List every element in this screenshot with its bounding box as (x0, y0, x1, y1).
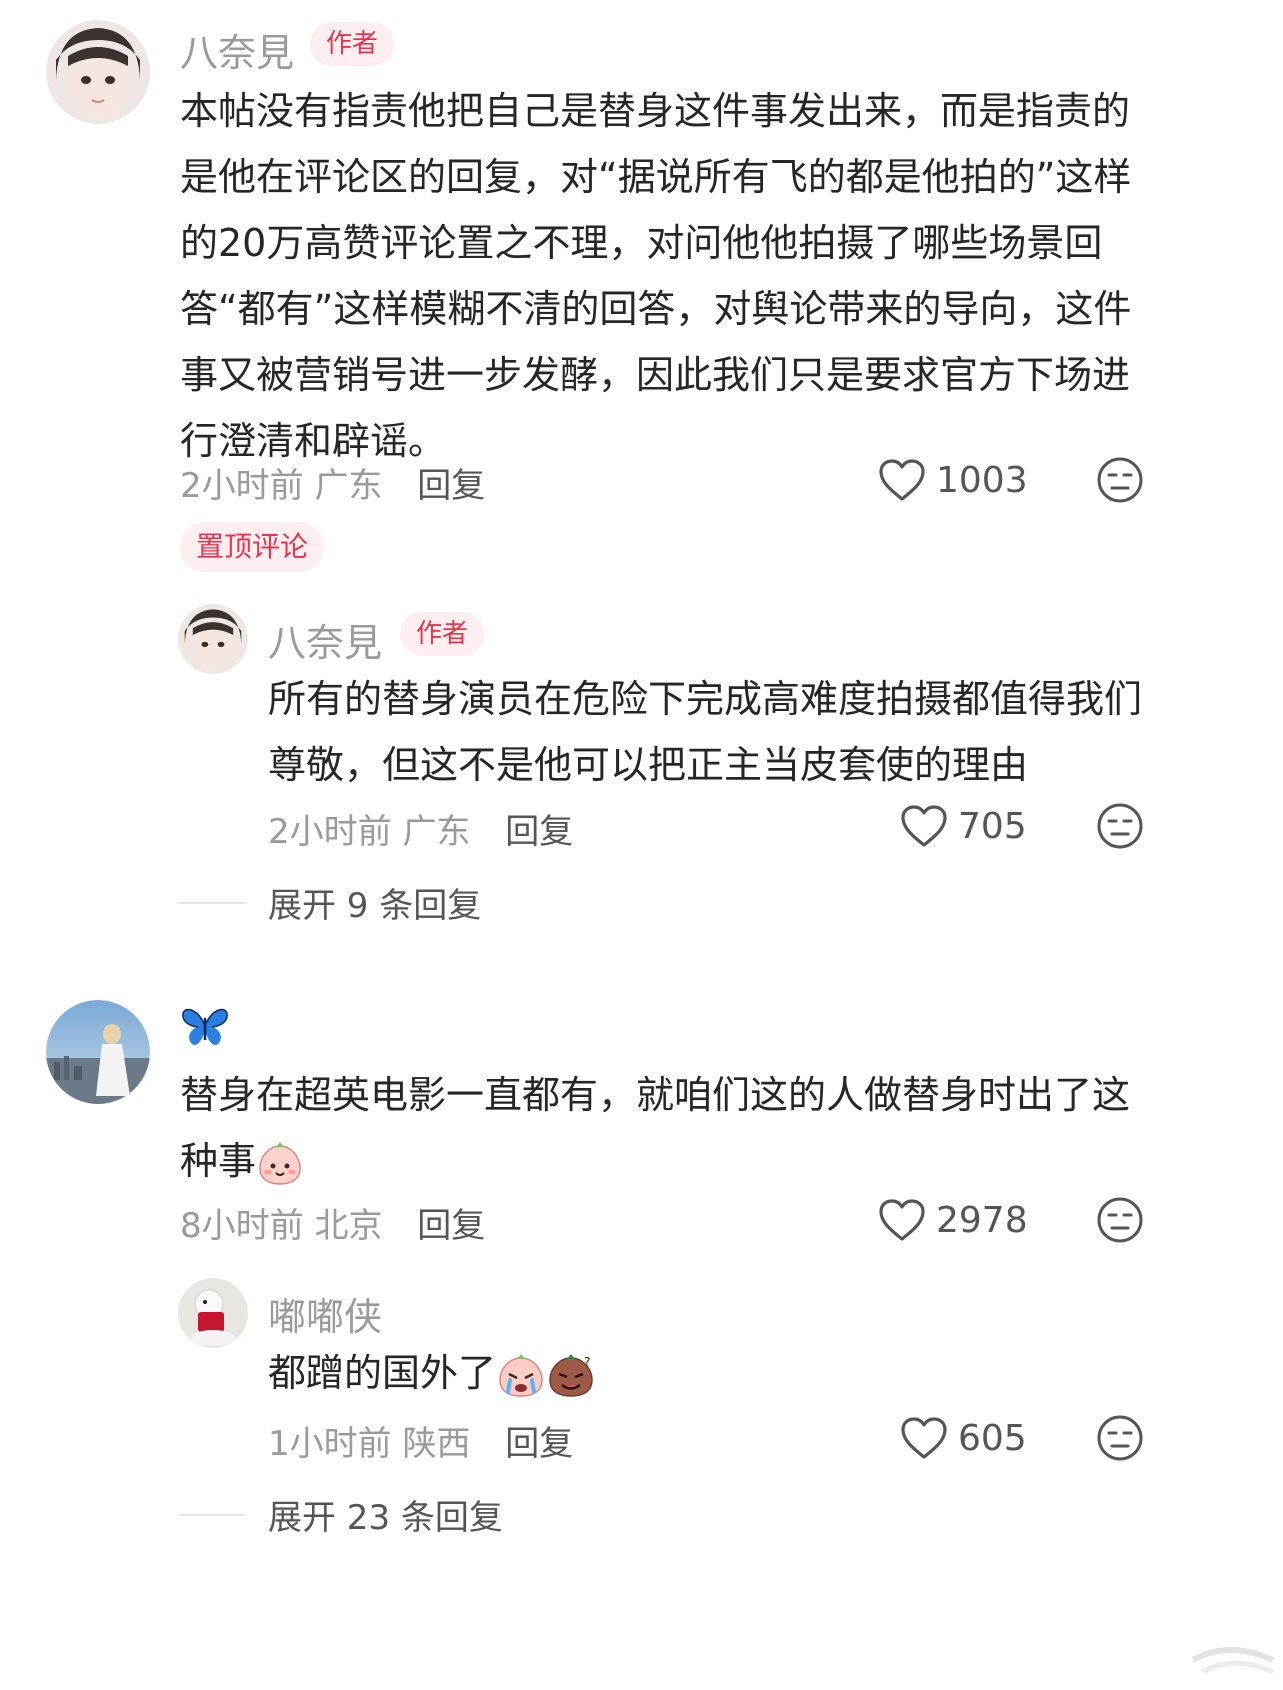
author-badge: 作者 (400, 612, 485, 656)
heart-outline-icon (901, 1417, 947, 1459)
like-count: 2978 (936, 1199, 1028, 1241)
comment-time: 2小时前 (180, 466, 304, 506)
smirking-face-emoji-icon: ? (549, 1353, 593, 1397)
avatar[interactable] (178, 604, 248, 674)
like-count: 1003 (936, 459, 1028, 501)
svg-text:?: ? (584, 1355, 590, 1369)
like-count: 705 (958, 805, 1027, 847)
comment-meta: 8小时前 北京 回复 (180, 1198, 485, 1247)
meh-face-icon[interactable] (1096, 456, 1144, 504)
like-button[interactable]: 2978 (878, 1198, 1028, 1242)
username[interactable]: 🦋 (180, 1004, 230, 1059)
comment-location: 北京 (314, 1206, 383, 1246)
heart-outline-icon (879, 1199, 925, 1241)
comment-time: 1小时前 (268, 1424, 392, 1464)
comment-location: 广东 (402, 812, 471, 852)
avatar[interactable] (46, 20, 150, 124)
comment-text: 替身在超英电影一直都有，就咱们这的人做替身时出了这种事 (180, 1062, 1148, 1194)
like-button[interactable]: 705 (900, 804, 1027, 848)
comment-time: 8小时前 (180, 1206, 304, 1246)
like-button[interactable]: 605 (900, 1416, 1027, 1460)
expand-replies-label: 展开 23 条回复 (268, 1498, 503, 1538)
butterfly-icon (182, 1008, 228, 1045)
reply-button[interactable]: 回复 (417, 466, 485, 506)
comment-location: 陕西 (402, 1424, 471, 1464)
divider (178, 901, 246, 904)
comment-location: 广东 (314, 466, 383, 506)
username[interactable]: 嘟嘟侠 (268, 1286, 382, 1341)
comment-text: 本帖没有指责他把自己是替身这件事发出来，而是指责的是他在评论区的回复，对“据说所… (180, 89, 1132, 463)
like-count: 605 (958, 1417, 1027, 1459)
smiling-face-emoji-icon (259, 1141, 301, 1185)
comment-text: 都蹭的国外了? (268, 1340, 1148, 1406)
watermark-logo-icon (1191, 1647, 1275, 1675)
expand-replies-button[interactable]: 展开 9 条回复 (178, 878, 481, 927)
comment-meta: 1小时前 陕西 回复 (268, 1416, 573, 1465)
reply-button[interactable]: 回复 (417, 1206, 485, 1246)
crying-face-emoji-icon (499, 1353, 543, 1397)
reply-button[interactable]: 回复 (505, 1424, 573, 1464)
expand-replies-label: 展开 9 条回复 (268, 886, 482, 926)
comment-text-body: 替身在超英电影一直都有，就咱们这的人做替身时出了这种事 (180, 1073, 1131, 1183)
comment-meta: 2小时前 广东 回复 (268, 804, 573, 853)
heart-outline-icon (879, 459, 925, 501)
avatar[interactable] (178, 1278, 248, 1348)
comment-text-body: 都蹭的国外了 (268, 1351, 497, 1395)
pinned-badge: 置顶评论 (180, 522, 325, 572)
comment-time: 2小时前 (268, 812, 392, 852)
comment-text: 所有的替身演员在危险下完成高难度拍摄都值得我们尊敬，但这不是他可以把正主当皮套使… (268, 677, 1143, 787)
meh-face-icon[interactable] (1096, 802, 1144, 850)
heart-outline-icon (901, 805, 947, 847)
avatar[interactable] (46, 1000, 150, 1104)
like-button[interactable]: 1003 (878, 458, 1028, 502)
username[interactable]: 八奈見 (268, 612, 382, 667)
reply-button[interactable]: 回复 (505, 812, 573, 852)
comment-meta: 2小时前 广东 回复 (180, 458, 485, 507)
username[interactable]: 八奈見 (180, 22, 294, 77)
author-badge: 作者 (310, 22, 395, 66)
expand-replies-button[interactable]: 展开 23 条回复 (178, 1490, 503, 1539)
meh-face-icon[interactable] (1096, 1414, 1144, 1462)
divider (178, 1513, 246, 1516)
meh-face-icon[interactable] (1096, 1196, 1144, 1244)
